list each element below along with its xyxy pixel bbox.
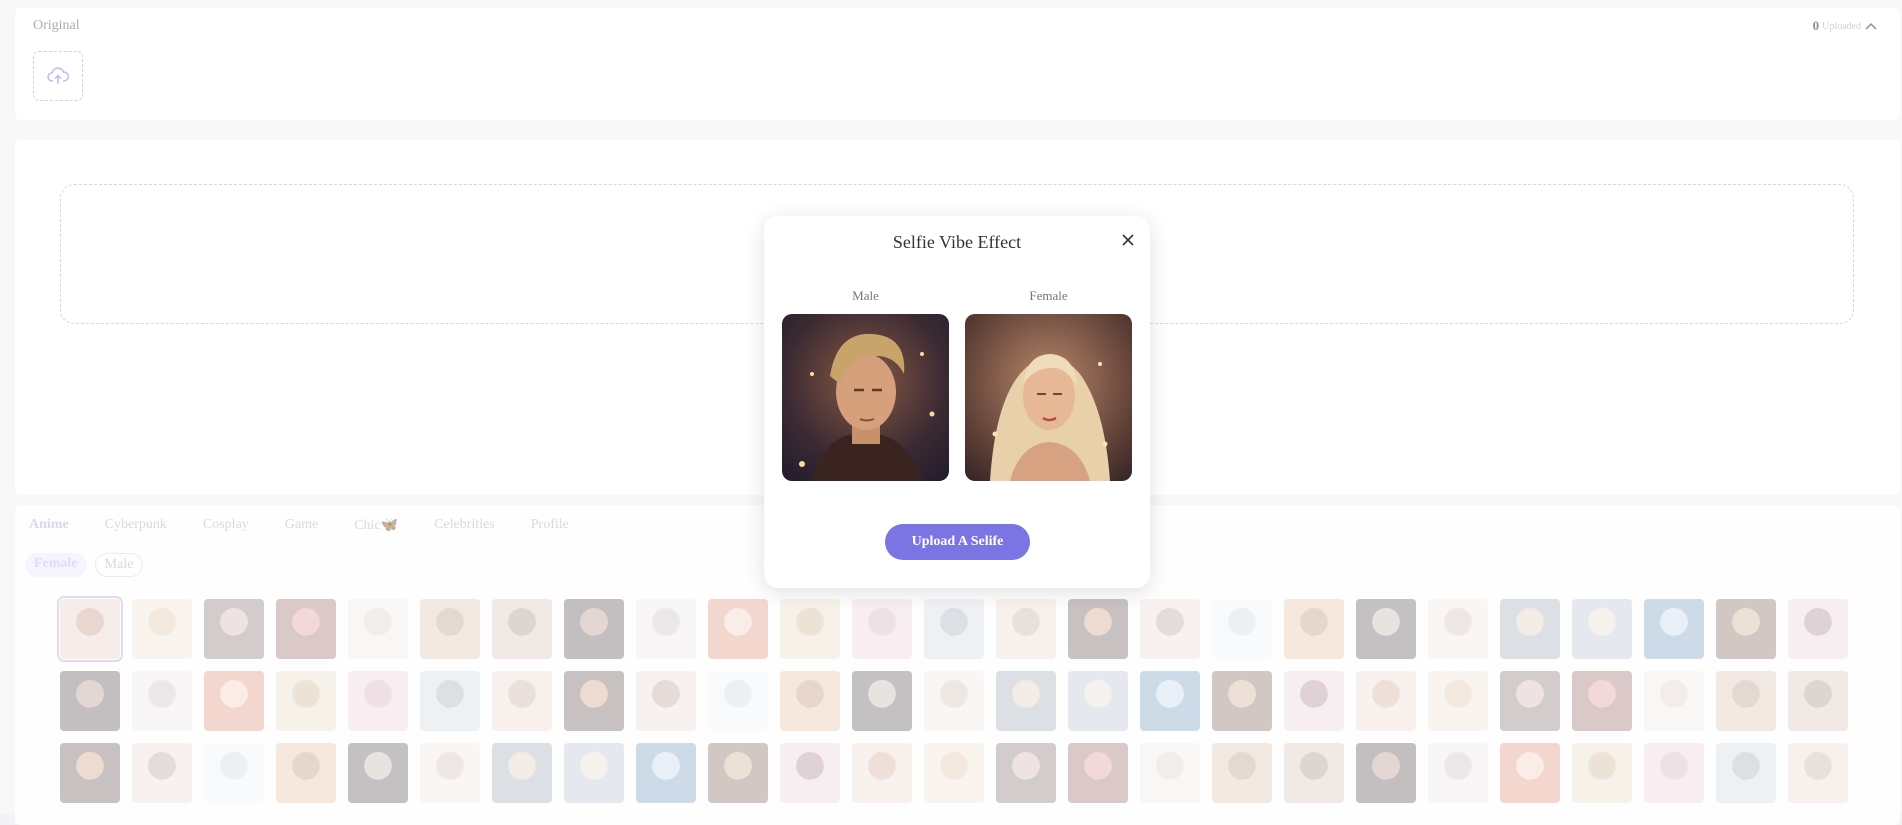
female-option[interactable]: Female: [965, 288, 1132, 481]
female-sample-image[interactable]: [965, 314, 1132, 481]
modal-title: Selfie Vibe Effect: [892, 232, 1022, 252]
female-label: Female: [1029, 288, 1068, 303]
close-icon[interactable]: [1118, 230, 1138, 250]
male-sample-image[interactable]: [782, 314, 949, 481]
male-label: Male: [852, 288, 879, 303]
upload-selfie-button[interactable]: Upload A Selife: [885, 524, 1030, 560]
selfie-vibe-modal: Selfie Vibe Effect Male Female Upload A …: [764, 216, 1150, 588]
male-option[interactable]: Male: [782, 288, 949, 481]
